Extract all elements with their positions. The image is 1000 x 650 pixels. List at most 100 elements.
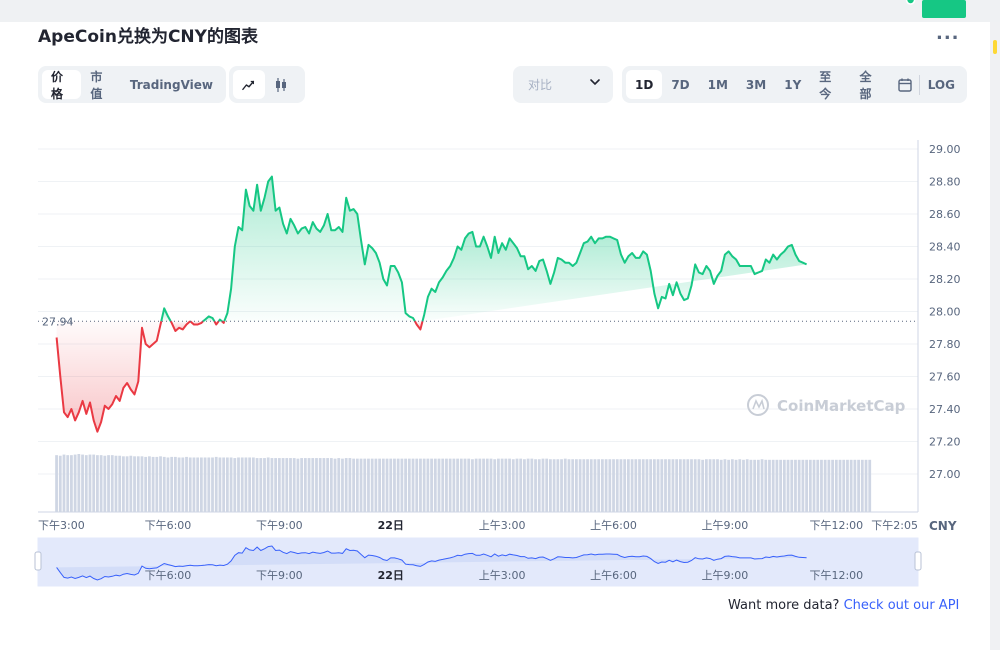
volume-bar	[159, 456, 162, 512]
volume-bar	[456, 458, 459, 512]
volume-bar	[355, 458, 359, 512]
x-axis: 下午3:00 下午6:00 下午9:00 22日 上午3:00 上午6:00 上午9:00 下…	[38, 511, 918, 532]
volume-bar	[430, 458, 433, 512]
volume-bar	[575, 459, 578, 512]
volume-bar	[237, 457, 240, 512]
volume-bar	[285, 458, 289, 512]
volume-bar	[678, 459, 682, 512]
volume-bar	[478, 458, 482, 512]
x-tick-label: 下午9:00	[256, 519, 303, 532]
volume-bar	[70, 455, 73, 512]
current-price-label: 28.29	[928, 0, 963, 3]
volume-bar	[749, 459, 753, 512]
api-promo-text: Want more data?	[728, 598, 840, 613]
volume-bar	[389, 458, 393, 512]
volume-bar	[411, 458, 415, 512]
volume-bar	[504, 458, 508, 512]
volume-bar	[582, 459, 586, 512]
y-tick-label: 28.40	[929, 241, 961, 254]
volume-bar	[166, 457, 170, 512]
volume-bar	[222, 457, 226, 512]
volume-bar	[118, 455, 122, 512]
volume-bar	[660, 459, 664, 512]
volume-bar	[162, 456, 166, 512]
volume-bar	[385, 458, 389, 512]
volume-bar	[122, 456, 125, 512]
volume-bar	[545, 458, 549, 512]
volume-bar	[771, 459, 775, 512]
api-link[interactable]: Check out our API	[844, 598, 960, 613]
volume-bar	[571, 459, 575, 512]
volume-bar	[463, 458, 467, 512]
volume-bar	[734, 459, 738, 512]
volume-bar	[229, 457, 233, 512]
volume-bar	[597, 459, 601, 512]
volume-bar	[248, 457, 252, 512]
volume-bar	[474, 458, 478, 512]
volume-bar	[786, 459, 790, 512]
volume-bar	[515, 458, 519, 512]
volume-bar	[396, 458, 400, 512]
volume-bar	[140, 456, 144, 512]
x-tick-label: 下午3:00	[38, 519, 85, 532]
navigator: 下午6:00 下午9:00 22日 上午3:00 上午6:00 上午9:00 下午12:00	[34, 537, 922, 587]
volume-bar	[244, 457, 248, 512]
volume-bar	[322, 458, 326, 512]
volume-bar	[73, 454, 77, 512]
volume-bar	[600, 459, 604, 512]
volume-bar	[196, 457, 200, 512]
volume-bar	[842, 459, 846, 512]
volume-bar	[519, 458, 523, 512]
y-tick-label: 27.60	[929, 371, 961, 384]
volume-bar	[563, 458, 567, 512]
x-tick-label: 上午9:00	[702, 519, 749, 532]
volume-bar	[497, 458, 500, 512]
y-tick-label: 28.80	[929, 176, 961, 189]
y-tick-label: 28.20	[929, 273, 961, 286]
y-tick-label: 27.40	[929, 403, 961, 416]
volume-bar	[344, 458, 348, 512]
volume-bar	[270, 458, 274, 512]
volume-bar	[181, 457, 185, 512]
volume-bar	[701, 459, 705, 512]
volume-bar	[641, 459, 645, 512]
y-tick-label: 27.80	[929, 338, 961, 351]
volume-bar	[493, 459, 497, 512]
volume-bar	[537, 459, 541, 512]
navigator-tick-label: 上午6:00	[590, 569, 637, 582]
volume-bar	[214, 456, 218, 512]
api-promo: Want more data? Check out our API	[728, 598, 959, 613]
volume-bar	[704, 459, 708, 512]
volume-bar	[281, 458, 285, 512]
volume-bar	[426, 458, 430, 512]
volume-bar	[259, 458, 263, 512]
y-tick-label: 27.20	[929, 436, 961, 449]
price-area-up	[224, 176, 415, 322]
y-tick-label: 28.00	[929, 306, 961, 319]
volume-bar	[99, 455, 103, 512]
volume-bar	[103, 455, 107, 512]
volume-bar	[407, 458, 411, 512]
volume-bar	[857, 459, 860, 512]
volume-bar	[62, 454, 66, 512]
volume-bar	[185, 456, 188, 512]
volume-bar	[708, 459, 712, 512]
volume-bar	[348, 458, 352, 512]
volume-bar	[500, 458, 504, 512]
volume-bar	[838, 459, 842, 512]
volume-bar	[738, 459, 742, 512]
volume-bar	[645, 459, 649, 512]
volume-bar	[541, 458, 545, 512]
volume-bar	[363, 458, 367, 512]
volume-bar	[723, 459, 727, 512]
volume-bar	[107, 455, 110, 512]
navigator-tick-label: 上午3:00	[479, 569, 526, 582]
volume-bar	[311, 458, 315, 512]
volume-bar	[370, 458, 374, 512]
volume-bar	[853, 459, 857, 512]
volume-bar	[266, 457, 270, 512]
volume-bar	[612, 459, 615, 512]
volume-bar	[155, 456, 159, 512]
volume-bar	[849, 459, 853, 512]
volume-bar	[675, 459, 679, 512]
